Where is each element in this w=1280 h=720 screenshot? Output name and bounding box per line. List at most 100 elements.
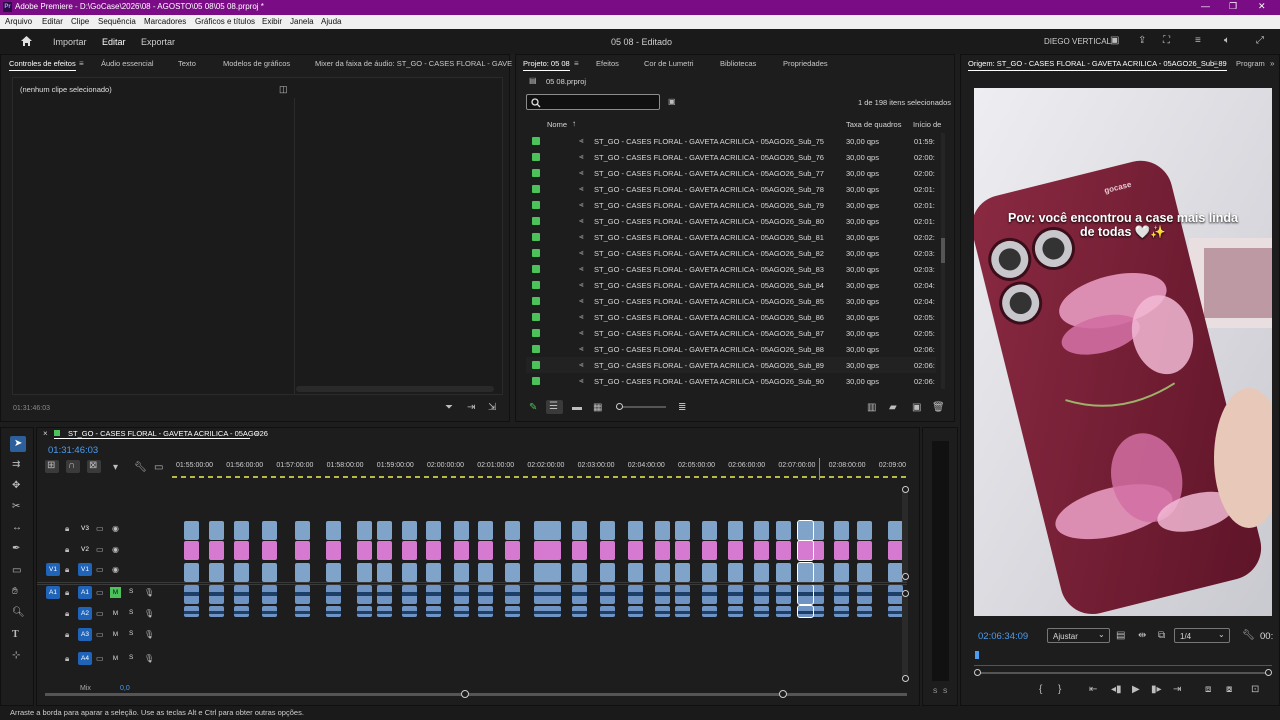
wrench-icon[interactable]: 🔧︎ — [134, 463, 147, 473]
workspace-name[interactable]: DIEGO VERTICAL — [1044, 37, 1111, 46]
a1-clip[interactable] — [377, 585, 392, 604]
a2-clip[interactable] — [546, 606, 561, 617]
label-color-swatch[interactable] — [532, 153, 540, 161]
zoom-handle-left[interactable] — [461, 690, 469, 698]
v1-clip[interactable] — [377, 563, 392, 582]
v3-clip[interactable] — [776, 521, 791, 540]
filter-icon[interactable]: ⏷ — [445, 403, 453, 413]
v2-clip[interactable] — [546, 541, 561, 560]
v3-clip[interactable] — [505, 521, 520, 540]
v3-clip[interactable] — [209, 521, 224, 540]
sync-lock-icon[interactable]: ▭ — [96, 609, 104, 619]
microphone-icon[interactable]: 🎙︎ — [144, 654, 154, 664]
v1-clip[interactable] — [776, 563, 791, 582]
a2-clip[interactable] — [600, 606, 615, 617]
a2-clip[interactable] — [209, 606, 224, 617]
zoom-slider[interactable] — [616, 403, 666, 410]
razor-icon[interactable]: ✂ — [12, 502, 20, 512]
timeline-playhead[interactable] — [819, 458, 820, 480]
v3-clip[interactable] — [262, 521, 277, 540]
in-out-icon[interactable]: ⇹ — [1138, 631, 1146, 641]
source-patch-a1[interactable]: A1 — [46, 586, 60, 599]
menu-clipe[interactable]: Clipe — [71, 17, 89, 26]
mix-value[interactable]: 0,0 — [120, 685, 130, 692]
menu-ajuda[interactable]: Ajuda — [321, 17, 341, 26]
a2-clip[interactable] — [454, 606, 469, 617]
v1-clip[interactable] — [728, 563, 743, 582]
eye-icon[interactable]: ◉ — [112, 545, 119, 555]
a1-clip[interactable] — [234, 585, 249, 604]
v1-clip[interactable] — [675, 563, 690, 582]
icon-view-icon[interactable]: ▬ — [572, 403, 582, 413]
v2-clip[interactable] — [262, 541, 277, 560]
a1-clip[interactable] — [572, 585, 587, 604]
scroll-handle[interactable] — [902, 675, 909, 682]
sync-lock-icon[interactable]: ▭ — [96, 654, 104, 664]
v3-clip[interactable] — [834, 521, 849, 540]
a1-clip[interactable] — [834, 585, 849, 604]
track-target-v2[interactable]: V2 — [78, 543, 92, 556]
project-item-row[interactable]: ⫷ ST_GO - CASES FLORAL - GAVETA ACRILICA … — [526, 261, 936, 277]
scroll-handle[interactable] — [902, 573, 909, 580]
v1-clip[interactable] — [357, 563, 372, 582]
fit-dropdown[interactable]: Ajustar ⌄ — [1047, 628, 1110, 643]
a2-clip[interactable] — [675, 606, 690, 617]
v3-clip[interactable] — [377, 521, 392, 540]
a1-clip[interactable] — [776, 585, 791, 604]
column-start[interactable]: Início de — [913, 120, 941, 129]
a2-clip[interactable] — [797, 605, 814, 618]
a2-clip[interactable] — [888, 606, 903, 617]
v3-clip[interactable] — [357, 521, 372, 540]
linked-selection-button[interactable]: ⊠ — [87, 460, 101, 473]
v1-clip[interactable] — [797, 562, 814, 583]
video-frame[interactable]: gocase Pov: você encontrou a case mais l… — [974, 88, 1272, 616]
menu-editar[interactable]: Editar — [42, 17, 63, 26]
solo-button[interactable]: S — [129, 588, 133, 595]
track-target-a4[interactable]: A4 — [78, 652, 92, 665]
tab-effects[interactable]: Efeitos — [596, 59, 619, 68]
a1-clip[interactable] — [702, 585, 717, 604]
captions-track-icon[interactable]: ▭ — [154, 463, 163, 473]
v2-clip[interactable] — [454, 541, 469, 560]
a1-clip[interactable] — [675, 585, 690, 604]
microphone-icon[interactable]: 🎙︎ — [144, 630, 154, 640]
progress-icon[interactable]: ≡ — [1195, 36, 1201, 46]
label-color-swatch[interactable] — [532, 233, 540, 241]
label-color-swatch[interactable] — [532, 201, 540, 209]
list-view-button[interactable]: ☰ — [546, 400, 563, 414]
scroll-handle[interactable] — [902, 590, 909, 597]
restore-icon[interactable]: ❐ — [1229, 1, 1237, 12]
v2-clip[interactable] — [675, 541, 690, 560]
lock-icon[interactable]: 🔒︎ — [65, 609, 69, 619]
v3-clip[interactable] — [675, 521, 690, 540]
search-input[interactable] — [526, 94, 660, 110]
project-item-row[interactable]: ⫷ ST_GO - CASES FLORAL - GAVETA ACRILICA … — [526, 325, 936, 341]
label-color-swatch[interactable] — [532, 297, 540, 305]
type-icon[interactable]: T — [12, 630, 19, 640]
automate-icon[interactable]: ▥ — [867, 403, 876, 413]
export-frame-icon[interactable]: ⇥ — [467, 403, 475, 413]
tab-effects-controls[interactable]: Controles de efeitos — [9, 59, 76, 71]
v1-clip[interactable] — [454, 563, 469, 582]
lock-icon[interactable]: 🔒︎ — [65, 565, 69, 575]
ripple-edit-icon[interactable]: ✥ — [12, 481, 20, 491]
project-item-row[interactable]: ⫷ ST_GO - CASES FLORAL - GAVETA ACRILICA … — [526, 309, 936, 325]
v2-clip[interactable] — [184, 541, 199, 560]
v1-clip[interactable] — [702, 563, 717, 582]
tab-program[interactable]: Program — [1236, 59, 1265, 68]
source-patch-v1[interactable]: V1 — [46, 563, 60, 576]
tab-properties[interactable]: Propriedades — [783, 59, 828, 68]
edit-tab[interactable]: Editar — [102, 37, 126, 47]
share-icon[interactable]: ⇪ — [1138, 36, 1146, 46]
tab-essential-audio[interactable]: Áudio essencial — [101, 59, 154, 68]
home-icon[interactable] — [20, 35, 33, 47]
mute-button[interactable]: M — [110, 629, 121, 640]
hand-icon[interactable]: ✋︎ — [12, 587, 18, 597]
source-zoom-bar[interactable] — [978, 672, 1268, 674]
v2-clip[interactable] — [600, 541, 615, 560]
project-item-row[interactable]: ⫷ ST_GO - CASES FLORAL - GAVETA ACRILICA … — [526, 245, 936, 261]
selection-tool[interactable]: ➤ — [10, 436, 26, 452]
solo-button[interactable]: S — [129, 630, 133, 637]
v2-clip[interactable] — [628, 541, 643, 560]
a2-clip[interactable] — [857, 606, 872, 617]
